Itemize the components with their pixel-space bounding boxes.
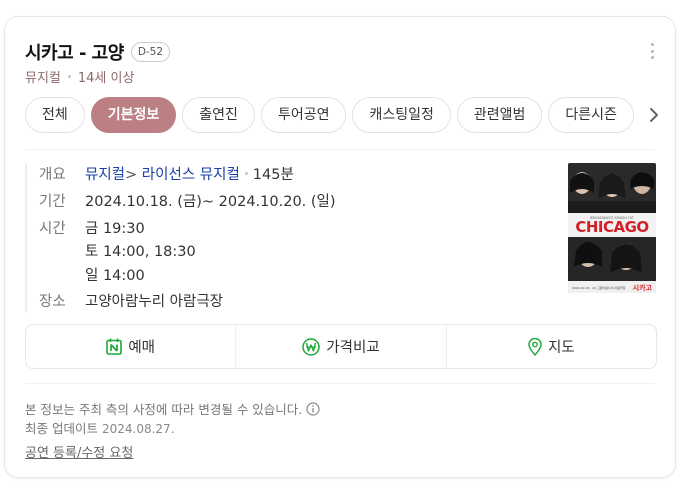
time-line: 금 19:30 xyxy=(85,221,145,237)
overview-value: 뮤지컬> 라이선스 뮤지컬 145분 xyxy=(85,163,294,184)
performance-info-card: 시카고 - 고양 D-52 뮤지컬 14세 이상 전체 기본정보 출연진 투어공… xyxy=(4,16,676,478)
poster-title: CHICAGO xyxy=(575,218,648,236)
separator-dot xyxy=(67,75,71,78)
divider xyxy=(25,149,655,150)
page-title: 시카고 - 고양 xyxy=(25,43,124,64)
report-link[interactable]: 공연 등록/수정 요청 xyxy=(25,442,133,461)
naver-calendar-icon xyxy=(106,338,123,355)
title-row: 시카고 - 고양 D-52 xyxy=(25,39,171,65)
separator-dot xyxy=(244,171,248,175)
time-line: 토 14:00, 18:30 xyxy=(85,244,196,260)
subgenre-link[interactable]: 라이선스 뮤지컬 xyxy=(142,167,240,183)
reserve-button[interactable]: 예매 xyxy=(26,325,235,368)
more-dot xyxy=(650,49,654,53)
action-bar: 예매 가격비교 지도 xyxy=(25,324,657,369)
compare-label: 가격비교 xyxy=(326,340,380,356)
tab-basic-info[interactable]: 기본정보 xyxy=(90,97,177,133)
updated-label: 최종 업데이트 xyxy=(25,421,98,436)
map-label: 지도 xyxy=(547,340,575,356)
more-dot xyxy=(650,56,654,59)
reserve-label: 예매 xyxy=(128,340,155,356)
notice-message: 본 정보는 주최 측의 사정에 따라 변경될 수 있습니다. xyxy=(25,402,303,417)
overview-label: 개요 xyxy=(39,167,66,183)
poster-city: 시카고 xyxy=(633,283,653,292)
divider xyxy=(25,383,655,384)
genre-link[interactable]: 뮤지컬 xyxy=(85,167,125,183)
genre-text: 뮤지컬 xyxy=(25,71,61,86)
info-left-bar xyxy=(25,163,27,313)
time-line: 일 14:00 xyxy=(85,268,145,284)
venue-label: 장소 xyxy=(39,294,66,310)
time-label: 시간 xyxy=(39,221,66,237)
tab-other-seasons[interactable]: 다른시즌 xyxy=(548,97,634,133)
more-options-icon[interactable] xyxy=(649,43,655,59)
poster-image[interactable]: BROADWAY'S SMASH HIT CHICAGO 2024.10.18 … xyxy=(568,163,656,293)
poster-art: BROADWAY'S SMASH HIT CHICAGO 2024.10.18 … xyxy=(568,163,656,293)
subtitle: 뮤지컬 14세 이상 xyxy=(25,67,134,86)
tab-cast[interactable]: 출연진 xyxy=(182,97,255,133)
period-value: 2024.10.18. (금)~ 2024.10.20. (일) xyxy=(85,194,336,210)
chevron-right-icon[interactable] xyxy=(647,107,661,123)
tab-casting-schedule[interactable]: 캐스팅일정 xyxy=(352,97,451,133)
dday-badge: D-52 xyxy=(130,42,171,62)
tab-all[interactable]: 전체 xyxy=(25,97,85,133)
venue-link[interactable]: 고양아람누리 아람극장 xyxy=(85,290,223,311)
age-rating: 14세 이상 xyxy=(77,71,135,86)
runtime-text: 145분 xyxy=(252,167,294,183)
period-label: 기간 xyxy=(39,194,66,210)
last-updated: 최종 업데이트 2024.08.27. xyxy=(25,418,175,437)
map-pin-icon xyxy=(528,337,542,356)
genre-arrow: > xyxy=(125,167,138,183)
map-button[interactable]: 지도 xyxy=(445,325,656,368)
tab-tour[interactable]: 투어공연 xyxy=(260,97,347,133)
tab-bar: 전체 기본정보 출연진 투어공연 캐스팅일정 관련앨범 다른시즌 xyxy=(25,97,653,135)
tab-albums[interactable]: 관련앨범 xyxy=(456,97,543,133)
info-circle-icon[interactable] xyxy=(306,401,320,416)
won-coin-icon xyxy=(302,337,321,356)
poster-dates: 2024.10.18 - 20 고양아람누리 아람극장 xyxy=(572,285,626,290)
notice-text: 본 정보는 주최 측의 사정에 따라 변경될 수 있습니다. xyxy=(25,399,320,418)
updated-date: 2024.08.27. xyxy=(101,422,175,436)
more-dot xyxy=(650,43,654,46)
price-compare-button[interactable]: 가격비교 xyxy=(235,325,445,368)
